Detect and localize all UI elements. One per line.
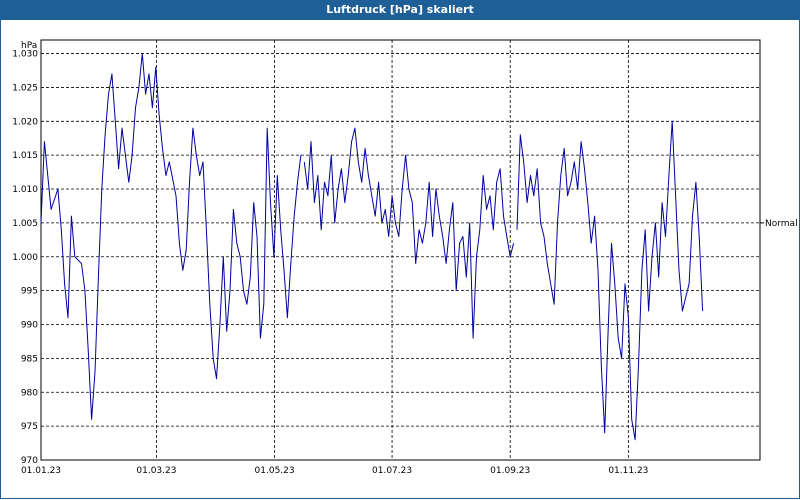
x-tick-label: 01.01.23 — [21, 466, 61, 476]
y-tick-label: 970 — [21, 456, 38, 466]
y-tick-label: 1.025 — [12, 83, 38, 93]
y-tick-label: 1.015 — [12, 151, 38, 161]
y-tick-label: 990 — [21, 321, 38, 331]
reference-label: Normal — [765, 219, 798, 229]
x-tick-label: 01.05.23 — [255, 466, 295, 476]
series-line-2 — [303, 127, 515, 339]
x-tick-label: 01.03.23 — [136, 466, 176, 476]
pressure-line-chart: 970 975 980 985 990 995 1.000 1.005 1.010 1.015 1.… — [12, 39, 798, 476]
y-tick-label: 995 — [21, 287, 38, 297]
grid — [41, 40, 760, 460]
x-tick-label: 01.07.23 — [372, 466, 412, 476]
series-line-1 — [40, 53, 302, 420]
y-axis-label: hPa — [21, 41, 37, 51]
x-tick-label: 01.11.23 — [608, 466, 648, 476]
y-tick-label: 1.030 — [12, 50, 38, 60]
x-tick-label: 01.09.23 — [490, 466, 530, 476]
y-tick-label: 1.000 — [12, 253, 38, 263]
axes: 970 975 980 985 990 995 1.000 1.005 1.010 1.015 1.… — [12, 39, 798, 476]
series-line-3 — [516, 120, 704, 441]
y-tick-label: 980 — [21, 388, 38, 398]
plot-area-border — [40, 39, 761, 461]
y-tick-label: 1.020 — [12, 117, 38, 127]
y-tick-label: 975 — [21, 422, 38, 432]
y-tick-label: 985 — [21, 354, 38, 364]
y-tick-label: 1.010 — [12, 185, 38, 195]
y-tick-label: 1.005 — [12, 219, 38, 229]
series-layer — [40, 53, 704, 441]
